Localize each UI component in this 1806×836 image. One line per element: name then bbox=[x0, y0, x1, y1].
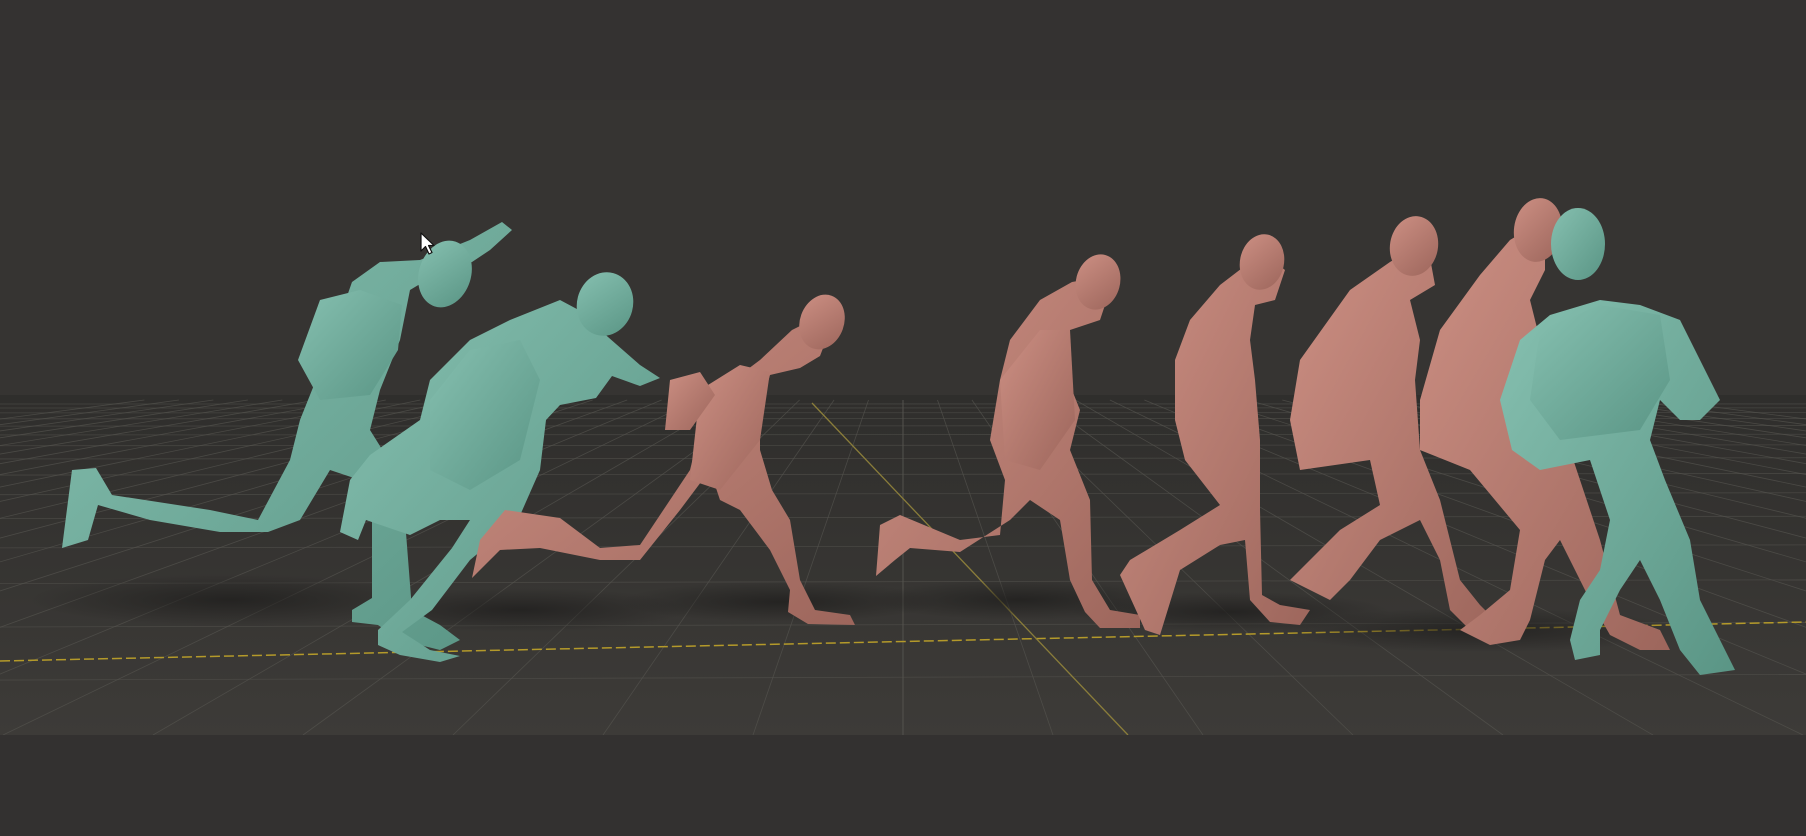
3d-viewport[interactable] bbox=[0, 0, 1806, 836]
viewport-canvas[interactable] bbox=[0, 0, 1806, 836]
app-window bbox=[0, 0, 1806, 836]
bottom-panel bbox=[0, 735, 1806, 836]
